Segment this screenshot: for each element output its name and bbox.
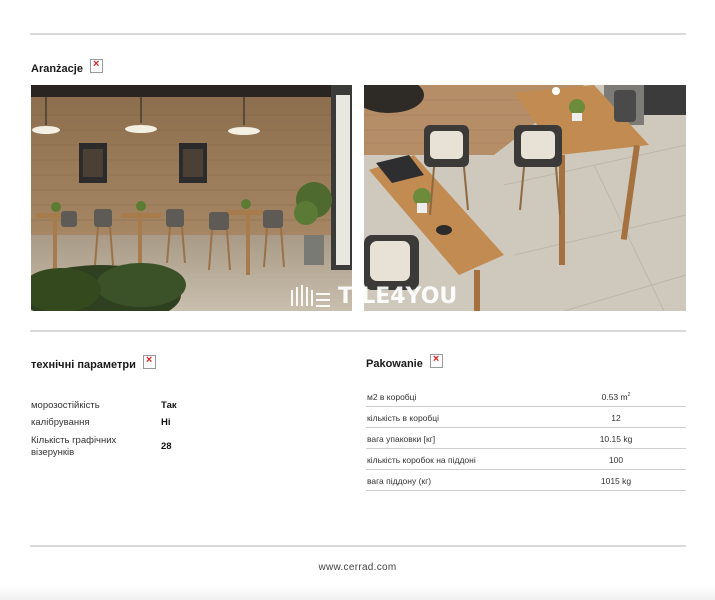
packing-label: м2 в коробці [367, 392, 417, 402]
packing-value: 100 [608, 455, 624, 465]
tech-params-heading: технічні параметри [31, 354, 156, 372]
tech-value-patterns: 28 [161, 441, 172, 452]
footer-website-link[interactable]: www.cerrad.com [0, 562, 715, 573]
broken-image-icon [429, 353, 443, 368]
packing-row: кількість коробок на піддоні 100 [366, 449, 686, 470]
tech-label-calibration: калібрування [31, 417, 90, 428]
watermark-text: TILE4YOU [338, 283, 458, 309]
tile4you-logo-icon [291, 285, 330, 307]
page-edge [0, 585, 715, 600]
broken-image-icon [142, 354, 156, 369]
tech-params-title: технічні параметри [31, 359, 136, 371]
packing-label: кількість в коробці [367, 413, 440, 423]
top-divider [30, 33, 686, 35]
watermark: TILE4YOU [288, 282, 457, 310]
arrangement-heading: Aranżacje [31, 58, 103, 76]
tech-label-frost: морозостійкість [31, 400, 100, 411]
packing-value: 10.15 kg [599, 434, 633, 444]
packing-value: 1015 kg [600, 476, 632, 486]
arrangement-title: Aranżacje [31, 63, 83, 75]
tech-value-frost: Так [161, 400, 177, 411]
packing-title: Pakowanie [366, 358, 423, 370]
cafe-interior-photo [31, 85, 352, 311]
tech-label-patterns: Кількість графічних візерунків [31, 435, 117, 458]
broken-image-icon [89, 58, 103, 73]
packing-label: кількість коробок на піддоні [367, 455, 476, 465]
packing-label: вага упаковки [кг] [367, 434, 436, 444]
packing-row: вага упаковки [кг] 10.15 kg [366, 428, 686, 449]
packing-row: вага піддону (кг) 1015 kg [366, 470, 686, 491]
tech-value-calibration: Hi [161, 417, 171, 428]
packing-value: 12 [611, 413, 621, 423]
middle-divider [30, 330, 686, 332]
packing-row: м2 в коробці 0.53 m2 [366, 386, 686, 407]
packing-row: кількість в коробці 12 [366, 407, 686, 428]
packing-label: вага піддону (кг) [367, 476, 432, 486]
packing-value: 0.53 m2 [601, 392, 631, 402]
bar-tables-photo [364, 85, 686, 311]
packing-heading: Pakowanie [366, 353, 443, 371]
bottom-divider [30, 545, 686, 547]
